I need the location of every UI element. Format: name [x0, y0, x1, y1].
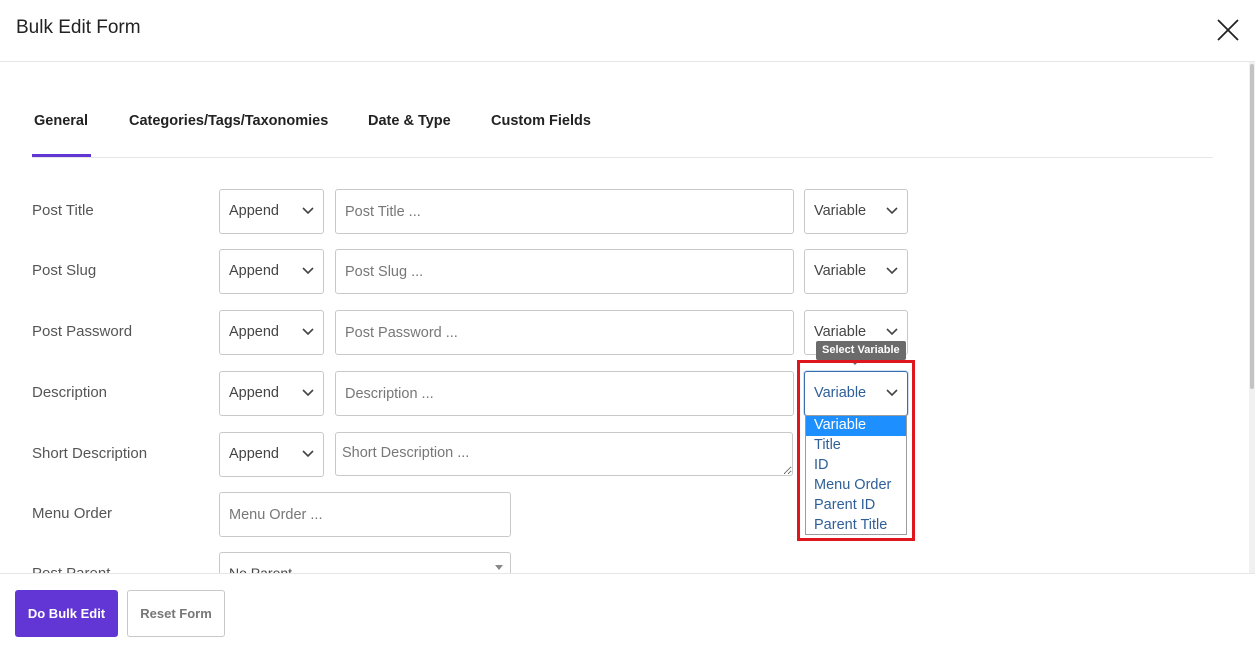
post-slug-variable-value: Variable	[814, 263, 867, 279]
post-password-mode-value: Append	[229, 324, 279, 340]
post-title-mode-value: Append	[229, 203, 279, 219]
highlight-box	[797, 360, 915, 541]
tab-general[interactable]: General	[34, 113, 88, 129]
chevron-down-icon	[302, 389, 314, 397]
post-title-mode-select[interactable]: Append	[219, 189, 324, 234]
post-title-label: Post Title	[32, 202, 94, 219]
post-slug-mode-select[interactable]: Append	[219, 249, 324, 294]
tab-custom-fields[interactable]: Custom Fields	[491, 113, 591, 129]
chevron-down-icon	[302, 267, 314, 275]
active-tab-indicator	[32, 154, 91, 157]
tab-categories-tags-taxonomies[interactable]: Categories/Tags/Taxonomies	[129, 113, 328, 129]
chevron-down-icon	[886, 328, 898, 336]
modal-title: Bulk Edit Form	[16, 17, 141, 38]
tab-date-type[interactable]: Date & Type	[368, 113, 451, 129]
post-password-variable-value: Variable	[814, 324, 867, 340]
scrollbar-thumb[interactable]	[1250, 64, 1254, 389]
description-input[interactable]	[335, 371, 794, 416]
post-title-variable-select[interactable]: Variable	[804, 189, 908, 234]
post-password-label: Post Password	[32, 323, 133, 340]
do-bulk-edit-button[interactable]: Do Bulk Edit	[15, 590, 118, 637]
chevron-down-icon	[302, 450, 314, 458]
short-description-label: Short Description	[32, 445, 148, 462]
tab-bar: General Categories/Tags/Taxonomies Date …	[32, 100, 1213, 158]
close-icon[interactable]	[1214, 16, 1242, 44]
select-variable-tooltip: Select Variable	[816, 341, 906, 365]
caret-down-icon	[495, 565, 503, 570]
post-title-variable-value: Variable	[814, 203, 867, 219]
description-mode-value: Append	[229, 385, 279, 401]
chevron-down-icon	[302, 328, 314, 336]
post-slug-variable-select[interactable]: Variable	[804, 249, 908, 294]
short-description-mode-value: Append	[229, 446, 279, 462]
modal-footer: Do Bulk Edit Reset Form	[0, 573, 1255, 651]
post-password-mode-select[interactable]: Append	[219, 310, 324, 355]
reset-form-button[interactable]: Reset Form	[127, 590, 225, 637]
description-mode-select[interactable]: Append	[219, 371, 324, 416]
post-slug-input[interactable]	[335, 249, 794, 294]
post-slug-label: Post Slug	[32, 262, 97, 279]
description-label: Description	[32, 384, 108, 401]
modal-header: Bulk Edit Form	[0, 0, 1255, 62]
short-description-mode-select[interactable]: Append	[219, 432, 324, 477]
post-title-input[interactable]	[335, 189, 794, 234]
menu-order-input[interactable]	[219, 492, 511, 537]
short-description-textarea[interactable]	[335, 432, 793, 476]
chevron-down-icon	[302, 207, 314, 215]
chevron-down-icon	[886, 207, 898, 215]
post-slug-mode-value: Append	[229, 263, 279, 279]
chevron-down-icon	[886, 267, 898, 275]
menu-order-label: Menu Order	[32, 505, 113, 522]
post-password-input[interactable]	[335, 310, 794, 355]
